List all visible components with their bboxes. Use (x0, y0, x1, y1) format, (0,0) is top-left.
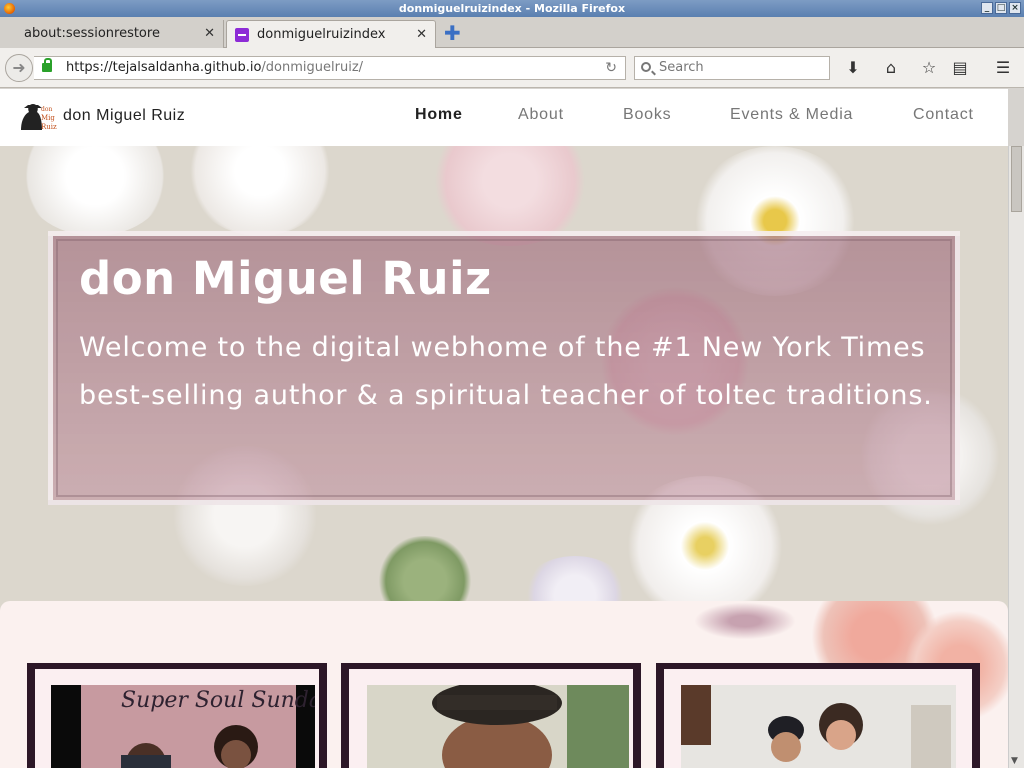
bookmark-star-icon[interactable]: ☆ (919, 58, 939, 78)
card-photo (681, 685, 956, 768)
svg-text:don: don (41, 106, 52, 113)
window-titlebar: donmiguelruizindex - Mozilla Firefox _ □… (0, 0, 1024, 17)
site-logo[interactable]: don Mig Ruiz (17, 102, 57, 132)
site-name[interactable]: don Miguel Ruiz (63, 107, 185, 125)
photo-don-miguel-portrait (367, 685, 629, 768)
featured-section: Super Soul Sunday (0, 601, 1008, 768)
tab-strip: about:sessionrestore ✕ donmiguelruizinde… (0, 17, 1024, 48)
media-card[interactable] (341, 663, 641, 768)
window-controls: _ □ × (981, 2, 1021, 14)
back-button[interactable]: ➜ (5, 54, 33, 82)
navigation-toolbar: ➜ https://tejalsaldanha.github.io/donmig… (0, 48, 1024, 88)
svg-text:Ruiz: Ruiz (41, 123, 57, 131)
nav-contact[interactable]: Contact (913, 106, 974, 124)
tab-label: donmiguelruizindex (257, 27, 386, 42)
photo-event-guests (681, 685, 956, 768)
scroll-down-arrow-icon[interactable]: ▼ (1011, 756, 1018, 766)
url-bar[interactable]: https://tejalsaldanha.github.io/donmigue… (34, 56, 626, 80)
nav-about[interactable]: About (518, 106, 564, 124)
flower-decoration (185, 146, 335, 236)
leaf-decoration (690, 601, 800, 641)
media-card[interactable] (656, 663, 980, 768)
lock-icon (42, 58, 52, 72)
photo-super-soul-sunday: Super Soul Sunday (51, 685, 315, 768)
hero-text-box: don Miguel Ruiz Welcome to the digital w… (48, 231, 960, 505)
hero-title: don Miguel Ruiz (79, 252, 492, 305)
nav-books[interactable]: Books (623, 106, 671, 124)
site-header: don Mig Ruiz don Miguel Ruiz Home About … (0, 89, 1008, 146)
card-photo: Super Soul Sunday (51, 685, 315, 768)
media-card[interactable]: Super Soul Sunday (27, 663, 327, 768)
search-placeholder: Search (659, 60, 704, 75)
menu-icon[interactable]: ☰ (993, 58, 1013, 78)
reader-view-icon[interactable]: ▤ (950, 58, 970, 78)
tab-donmiguelruizindex[interactable]: donmiguelruizindex ✕ (226, 20, 436, 48)
nav-home[interactable]: Home (415, 106, 463, 124)
maximize-button[interactable]: □ (995, 2, 1007, 14)
photo-caption: Super Soul Sunday (121, 688, 315, 713)
close-window-button[interactable]: × (1009, 2, 1021, 14)
reload-icon[interactable]: ↻ (605, 57, 617, 79)
url-domain: https://tejalsaldanha.github.io (66, 60, 262, 75)
search-input[interactable]: Search (634, 56, 830, 80)
site-favicon-icon (235, 28, 249, 42)
close-tab-icon[interactable]: ✕ (416, 21, 427, 48)
nav-events-media[interactable]: Events & Media (730, 106, 853, 124)
flower-decoration (20, 146, 170, 236)
new-tab-icon[interactable]: ✚ (444, 23, 461, 43)
page-viewport: don Mig Ruiz don Miguel Ruiz Home About … (0, 89, 1008, 768)
window-title: donmiguelruizindex - Mozilla Firefox (398, 2, 626, 15)
hero-tagline: Welcome to the digital webhome of the #1… (79, 332, 933, 411)
minimize-button[interactable]: _ (981, 2, 993, 14)
hero-banner: don Miguel Ruiz Welcome to the digital w… (0, 146, 1008, 616)
search-icon (641, 62, 651, 72)
url-path: /donmiguelruiz/ (261, 60, 364, 75)
home-icon[interactable]: ⌂ (881, 58, 901, 78)
tab-label: about:sessionrestore (24, 26, 160, 41)
download-icon[interactable]: ⬇ (843, 58, 863, 78)
card-photo (367, 685, 629, 768)
firefox-icon (4, 3, 15, 14)
tab-sessionrestore[interactable]: about:sessionrestore ✕ (0, 20, 224, 48)
svg-text:Mig: Mig (41, 114, 55, 122)
close-tab-icon[interactable]: ✕ (204, 20, 215, 47)
page-scrollbar[interactable]: ▼ (1008, 146, 1024, 768)
scrollbar-thumb[interactable] (1011, 146, 1022, 212)
